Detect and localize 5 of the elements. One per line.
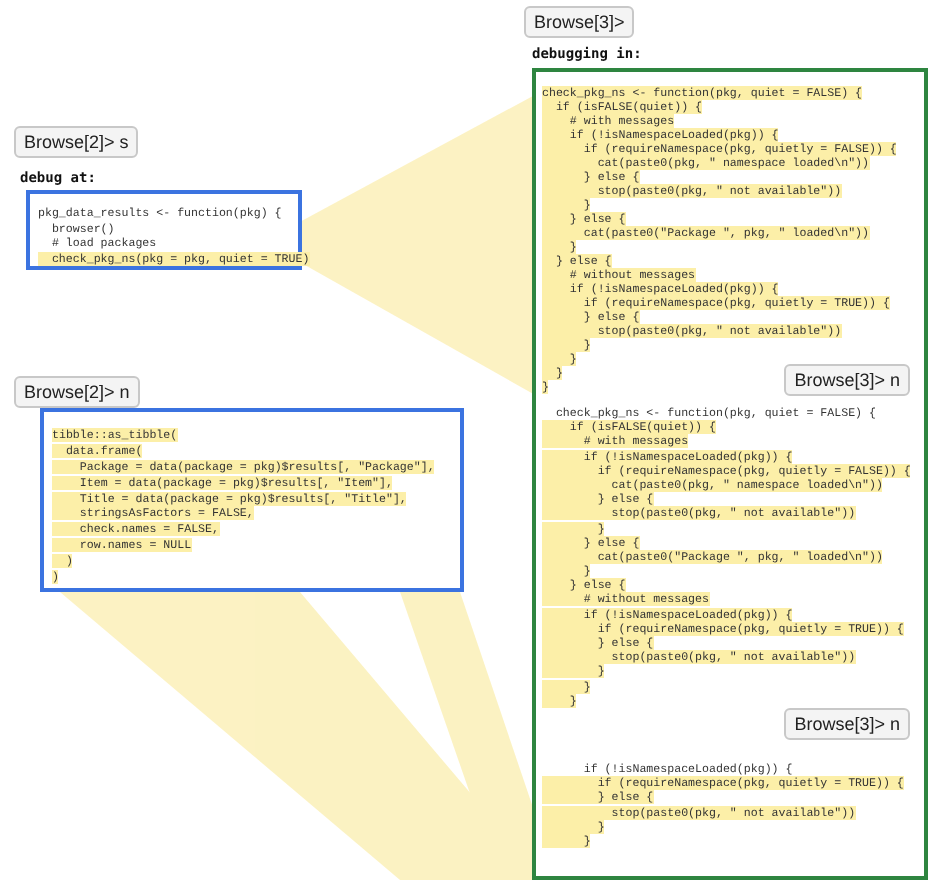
console-prompt: Browse[3]>	[524, 6, 635, 38]
console-prompt: Browse[2]> n	[14, 376, 140, 409]
console-prompt: Browse[2]> s	[14, 126, 139, 158]
console-prompt: Browse[3]> n	[784, 707, 910, 740]
console-prompt: Browse[3]> n	[784, 364, 910, 396]
